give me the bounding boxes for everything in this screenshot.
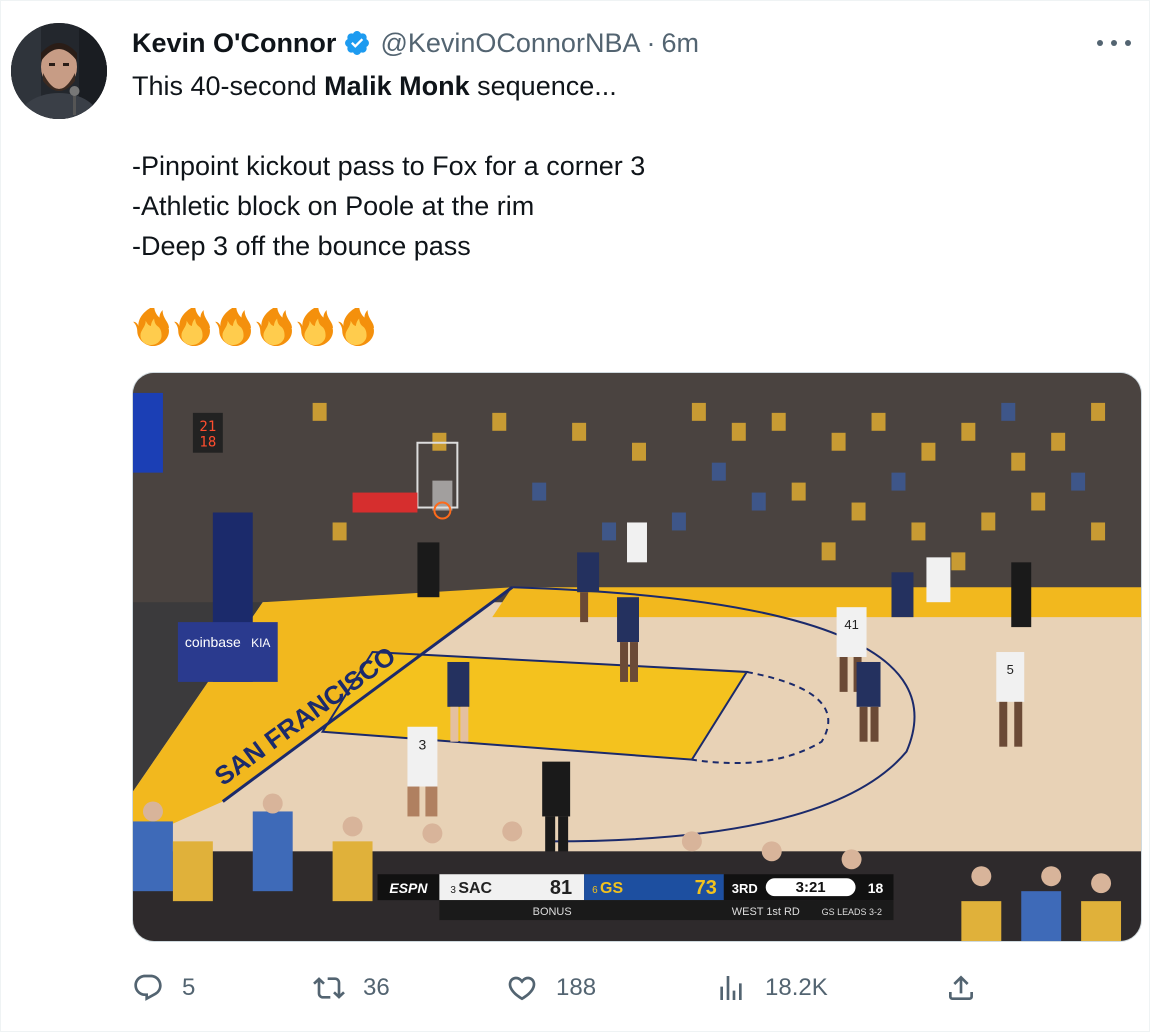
game-still-image: 21 18 SAN FRANCISCO coinbase KIA 3 41 5 … xyxy=(133,373,1141,941)
svg-text:GS LEADS 3-2: GS LEADS 3-2 xyxy=(822,907,882,917)
avatar[interactable] xyxy=(11,23,107,119)
fire-icon xyxy=(174,308,210,346)
svg-text:3RD: 3RD xyxy=(732,881,758,896)
scorebug: ESPN 3 SAC 81 6 GS 73 3RD 3:21 18 BONUS … xyxy=(377,874,894,921)
fire-icon xyxy=(297,308,333,346)
views-icon xyxy=(720,976,742,1000)
svg-text:18: 18 xyxy=(199,435,216,451)
tweet-bullet-2: -Athletic block on Poole at the rim xyxy=(132,191,535,221)
reply-count: 5 xyxy=(182,974,196,1001)
avatar-image xyxy=(11,23,107,119)
fire-icon xyxy=(215,308,251,346)
svg-text:81: 81 xyxy=(550,877,572,899)
emoji-row xyxy=(132,308,375,346)
author-handle[interactable]: @KevinOConnorNBA xyxy=(380,28,640,59)
svg-text:21: 21 xyxy=(199,419,216,435)
action-bar: 5 36 188 18.2K xyxy=(132,967,1142,1009)
svg-text:5: 5 xyxy=(1007,662,1014,677)
tweet-bullet-1: -Pinpoint kickout pass to Fox for a corn… xyxy=(132,151,646,181)
svg-text:3: 3 xyxy=(419,737,427,753)
fire-icon xyxy=(133,308,169,346)
svg-text:GS: GS xyxy=(600,880,623,897)
svg-text:ESPN: ESPN xyxy=(389,880,428,896)
retweet-icon xyxy=(313,977,345,999)
share-icon xyxy=(949,975,973,1000)
text-pre: This 40-second xyxy=(132,71,325,101)
svg-text:KIA: KIA xyxy=(251,636,270,650)
tweet-header: Kevin O'Connor @KevinOConnorNBA · 6m xyxy=(132,25,699,61)
more-icon[interactable] xyxy=(1097,31,1131,55)
tweet-card[interactable]: Kevin O'Connor @KevinOConnorNBA · 6m Thi… xyxy=(0,0,1150,1032)
views-count: 18.2K xyxy=(765,974,828,1001)
svg-text:41: 41 xyxy=(844,617,858,632)
svg-text:73: 73 xyxy=(695,877,717,899)
views-button[interactable]: 18.2K xyxy=(715,967,828,1009)
verified-badge-icon xyxy=(343,29,371,57)
tweet-timestamp[interactable]: 6m xyxy=(661,28,699,59)
display-name[interactable]: Kevin O'Connor xyxy=(132,28,336,59)
separator-dot: · xyxy=(646,27,656,58)
text-bold-name: Malik Monk xyxy=(324,71,470,101)
fire-icon xyxy=(338,308,374,346)
svg-text:3: 3 xyxy=(450,885,456,896)
tweet-bullet-3: -Deep 3 off the bounce pass xyxy=(132,231,471,261)
retweet-button[interactable]: 36 xyxy=(313,967,390,1009)
svg-text:SAC: SAC xyxy=(458,880,492,897)
retweet-count: 36 xyxy=(363,974,390,1001)
heart-icon xyxy=(508,976,536,1001)
svg-text:6: 6 xyxy=(592,885,598,896)
fire-icon xyxy=(256,308,292,346)
svg-text:WEST 1st RD: WEST 1st RD xyxy=(732,906,800,918)
reply-icon xyxy=(134,974,162,1001)
svg-text:BONUS: BONUS xyxy=(533,906,572,918)
svg-text:18: 18 xyxy=(868,880,884,896)
reply-button[interactable]: 5 xyxy=(132,967,195,1009)
svg-text:coinbase: coinbase xyxy=(185,634,241,650)
svg-text:3:21: 3:21 xyxy=(796,879,826,896)
text-post: sequence... xyxy=(469,71,617,101)
like-count: 188 xyxy=(556,974,597,1001)
tweet-media-video[interactable]: 21 18 SAN FRANCISCO coinbase KIA 3 41 5 … xyxy=(132,372,1142,942)
like-button[interactable]: 188 xyxy=(506,967,596,1009)
tweet-text-line1: This 40-second Malik Monk sequence... xyxy=(132,68,617,104)
share-button[interactable] xyxy=(945,967,977,1009)
